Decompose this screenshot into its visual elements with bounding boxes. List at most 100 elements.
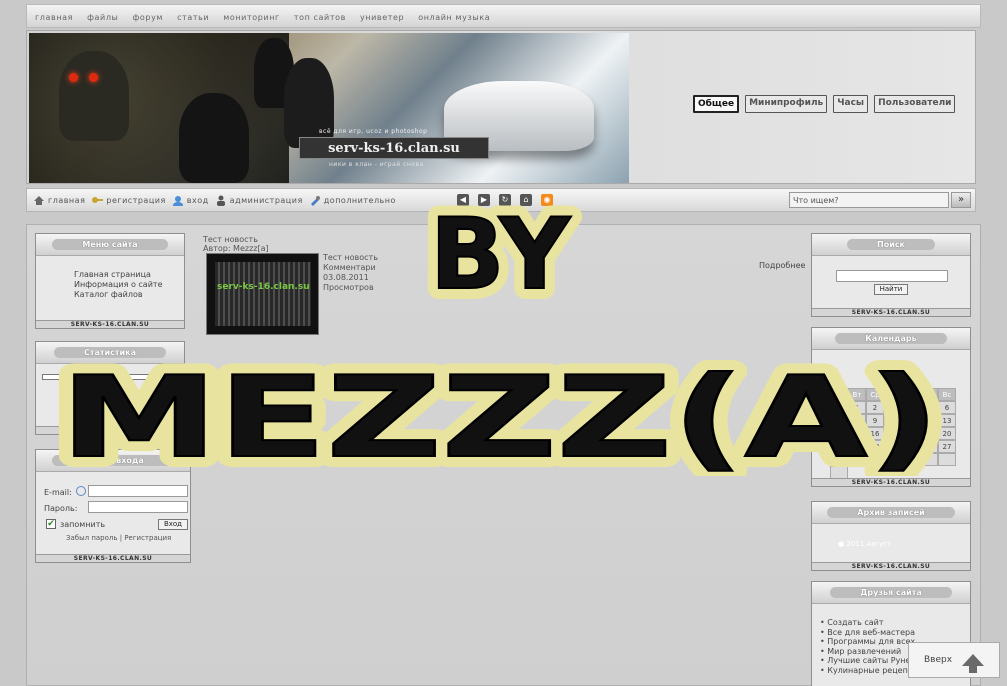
nav-extra-label: дополнительно xyxy=(323,196,396,205)
calendar-day[interactable]: 10 xyxy=(884,414,902,427)
calendar-day[interactable]: 19 xyxy=(920,427,938,440)
calendar-day[interactable]: 2 xyxy=(866,401,884,414)
rss-icon[interactable]: ◉ xyxy=(541,194,553,206)
calendar-weekday: Ср xyxy=(866,388,884,401)
read-more-link[interactable]: Подробнее xyxy=(759,261,805,270)
nightvision-eye xyxy=(89,73,98,82)
archive-item[interactable]: ● 2011 Август xyxy=(838,540,891,548)
calendar-day xyxy=(920,453,938,466)
nav-register-label: регистрация xyxy=(106,196,166,205)
nav-login[interactable]: вход xyxy=(172,195,209,206)
top-menu-item[interactable]: топ сайтов xyxy=(294,13,346,22)
site-menu-list: Главная страница Информация о сайте Ката… xyxy=(74,270,162,300)
calendar-day[interactable]: 22 xyxy=(848,440,866,453)
friend-link[interactable]: • Все для веб-мастера xyxy=(820,628,915,638)
friend-link-label: Программы для всех xyxy=(827,637,916,646)
block-footer: SERV-KS-16.CLAN.SU xyxy=(36,320,184,328)
calendar-day[interactable]: 5 xyxy=(920,401,938,414)
calendar-day[interactable]: 29 xyxy=(848,453,866,466)
calendar-day[interactable]: 23 xyxy=(866,440,884,453)
friend-link-label: Создать сайт xyxy=(827,618,884,627)
top-menu-item[interactable]: форум xyxy=(132,13,163,22)
nav-extra[interactable]: дополнительно xyxy=(309,195,396,206)
nav-register[interactable]: регистрация xyxy=(91,195,165,206)
refresh-icon[interactable]: ↻ xyxy=(499,194,511,206)
email-field[interactable] xyxy=(88,485,188,497)
block-footer: SERV-KS-16.CLAN.SU xyxy=(812,308,970,316)
calendar-day[interactable]: 17 xyxy=(884,427,902,440)
calendar-day[interactable]: 16 xyxy=(866,427,884,440)
menu-item-about[interactable]: Информация о сайте xyxy=(74,280,162,290)
calendar-day[interactable]: 4 xyxy=(902,401,920,414)
banner-tagline: всё для игр, ucoz и photoshop xyxy=(319,128,428,135)
prev-icon[interactable]: ◀ xyxy=(457,194,469,206)
top-menu-item[interactable]: файлы xyxy=(87,13,118,22)
main-content: Меню сайта Главная страница Информация о… xyxy=(26,224,981,686)
tab-users[interactable]: Пользователи xyxy=(874,95,956,113)
next-icon[interactable]: ▶ xyxy=(478,194,490,206)
nav-admin-label: администрация xyxy=(229,196,303,205)
calendar-day[interactable]: 7 xyxy=(830,414,848,427)
top-menu-item[interactable]: онлайн музыка xyxy=(418,13,490,22)
home-icon[interactable]: ⌂ xyxy=(520,194,532,206)
friend-link[interactable]: • Создать сайт xyxy=(820,618,915,628)
calendar-day[interactable]: 25 xyxy=(902,440,920,453)
calendar-day[interactable]: 8 xyxy=(848,414,866,427)
password-field[interactable] xyxy=(88,501,188,513)
login-button[interactable]: Вход xyxy=(158,519,188,530)
register-link[interactable]: Регистрация xyxy=(124,534,171,542)
calendar-day[interactable]: 6 xyxy=(938,401,956,414)
friend-link-label: Все для веб-мастера xyxy=(827,627,915,637)
arrow-up-icon xyxy=(962,654,985,673)
calendar-day[interactable]: 15 xyxy=(848,427,866,440)
calendar-day[interactable]: 14 xyxy=(830,427,848,440)
calendar-day[interactable]: 13 xyxy=(938,414,956,427)
remember-checkbox[interactable]: ✔ xyxy=(46,519,56,529)
calendar-day[interactable]: 1 xyxy=(848,401,866,414)
remember-label: запомнить xyxy=(60,520,106,529)
scroll-top-label: Вверх xyxy=(923,655,953,665)
nav-admin[interactable]: администрация xyxy=(215,195,303,206)
nav-home[interactable]: главная xyxy=(33,195,85,206)
tab-general[interactable]: Общее xyxy=(693,95,740,113)
calendar-day[interactable]: 12 xyxy=(920,414,938,427)
news-title[interactable]: Тест новость xyxy=(203,235,643,244)
calendar-day[interactable]: 3 xyxy=(884,401,902,414)
find-button[interactable]: Найти xyxy=(874,284,908,295)
friend-link-label: Мир развлечений xyxy=(827,646,902,656)
calendar-day[interactable]: 27 xyxy=(938,440,956,453)
search-block: Поиск Найти SERV-KS-16.CLAN.SU xyxy=(811,233,971,317)
calendar-day[interactable]: 28 xyxy=(830,453,848,466)
menu-item-home[interactable]: Главная страница xyxy=(74,270,162,280)
site-menu-title: Меню сайта xyxy=(52,239,168,250)
forgot-password-link[interactable]: Забыл пароль xyxy=(66,534,118,542)
tab-miniprofile[interactable]: Минипрофиль xyxy=(745,95,828,113)
calendar-weekday: Пн xyxy=(830,388,848,401)
calendar-day[interactable]: 26 xyxy=(920,440,938,453)
friend-link[interactable]: • Мир развлечений xyxy=(820,647,915,657)
calendar-day[interactable]: 30 xyxy=(866,453,884,466)
top-menu-item[interactable]: мониторинг xyxy=(223,13,280,22)
calendar-day[interactable]: 20 xyxy=(938,427,956,440)
sidebar-search-input[interactable] xyxy=(836,270,948,282)
top-menu-item[interactable]: статьи xyxy=(177,13,209,22)
tab-clock[interactable]: Часы xyxy=(833,95,869,113)
calendar-day[interactable]: 9 xyxy=(866,414,884,427)
news-thumbnail[interactable]: serv-ks-16.clan.su xyxy=(206,253,319,335)
friend-link[interactable]: • Кулинарные рецеп xyxy=(820,666,915,676)
scroll-top-button[interactable]: Вверх xyxy=(908,642,1000,678)
calendar-day[interactable]: 31 xyxy=(884,453,902,466)
calendar-day[interactable]: 18 xyxy=(902,427,920,440)
calendar-day[interactable]: 21 xyxy=(830,440,848,453)
friend-link[interactable]: • Лучшие сайты Руне xyxy=(820,656,915,666)
search-input[interactable]: Что ищем? xyxy=(789,192,949,208)
friend-link[interactable]: • Программы для всех xyxy=(820,637,915,647)
header-tabs: Общее Минипрофиль Часы Пользователи xyxy=(693,95,956,113)
top-menu-item[interactable]: униветер xyxy=(360,13,404,22)
archive-block: Архив записей ● 2011 Август SERV-KS-16.C… xyxy=(811,501,971,571)
menu-item-files[interactable]: Каталог файлов xyxy=(74,290,162,300)
top-menu-item[interactable]: главная xyxy=(35,13,73,22)
search-button[interactable]: » xyxy=(951,192,971,208)
calendar-day[interactable]: 11 xyxy=(902,414,920,427)
calendar-day[interactable]: 24 xyxy=(884,440,902,453)
